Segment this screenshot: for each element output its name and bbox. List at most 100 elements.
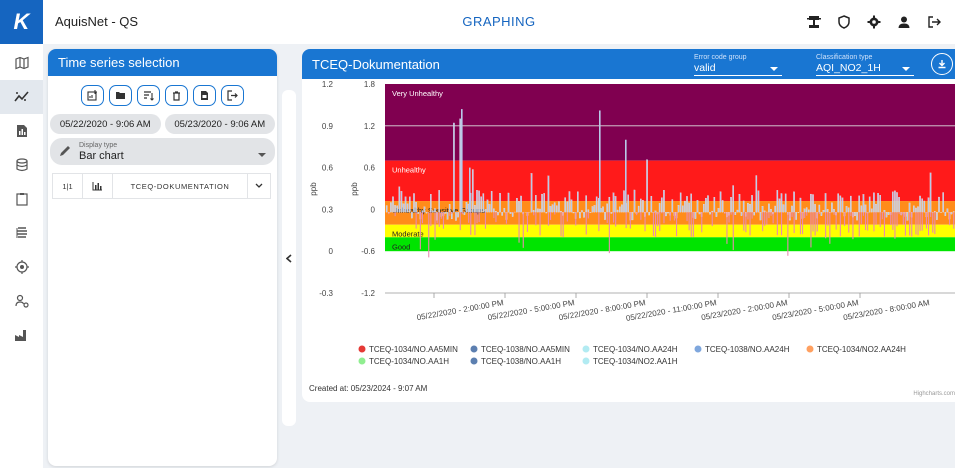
- bar: [608, 212, 610, 254]
- display-type-select[interactable]: Display type Bar chart: [50, 138, 275, 165]
- bar: [547, 212, 549, 226]
- bar-chart-icon[interactable]: [83, 174, 113, 198]
- shield-icon[interactable]: [831, 10, 857, 34]
- add-chart-icon[interactable]: [81, 85, 104, 106]
- bar: [835, 212, 837, 230]
- bar: [763, 210, 766, 213]
- bar: [636, 212, 638, 216]
- factory-icon[interactable]: [0, 318, 43, 352]
- export-icon[interactable]: [221, 85, 244, 106]
- bar: [930, 212, 932, 217]
- bar: [495, 211, 497, 213]
- bar: [637, 205, 640, 213]
- chart-credits[interactable]: Highcharts.com: [913, 391, 955, 397]
- bar: [533, 212, 535, 216]
- database-icon[interactable]: [0, 148, 43, 182]
- bar: [572, 212, 575, 214]
- bar: [749, 212, 751, 236]
- bar: [474, 212, 476, 236]
- target-icon[interactable]: [0, 250, 43, 284]
- bar: [610, 212, 613, 214]
- bar: [461, 109, 463, 213]
- delete-icon[interactable]: [165, 85, 188, 106]
- bar: [812, 194, 814, 213]
- display-type-value: Bar chart: [79, 150, 124, 162]
- download-button[interactable]: [931, 53, 953, 75]
- bar: [711, 210, 713, 213]
- bar: [619, 206, 621, 213]
- bar: [799, 197, 802, 213]
- sort-icon[interactable]: [137, 85, 160, 106]
- bar: [430, 194, 432, 213]
- bar: [587, 212, 589, 219]
- collapse-panel-button[interactable]: [282, 90, 296, 426]
- bar: [927, 197, 930, 213]
- bar: [848, 212, 850, 233]
- gear-icon[interactable]: [861, 10, 887, 34]
- bar: [583, 212, 585, 218]
- logout-icon[interactable]: [921, 10, 947, 34]
- bar: [768, 203, 770, 213]
- bar: [808, 209, 810, 213]
- clipboard-icon[interactable]: [0, 182, 43, 216]
- plot-band: [385, 84, 955, 161]
- y-tick-label: -0.3: [319, 289, 333, 298]
- marker-icon[interactable]: [801, 10, 827, 34]
- bar: [591, 206, 594, 213]
- bar: [472, 169, 474, 213]
- start-date-field[interactable]: 05/22/2020 - 9:06 AM: [50, 114, 161, 134]
- plot-band-label: Good: [392, 242, 410, 251]
- bar: [873, 212, 875, 232]
- bar: [549, 206, 552, 213]
- bar: [640, 212, 642, 220]
- bar: [402, 203, 405, 213]
- user-icon[interactable]: [891, 10, 917, 34]
- chart-header: TCEQ-Dokumentation Error code group vali…: [302, 49, 955, 79]
- pdf-icon[interactable]: [193, 85, 216, 106]
- bar: [858, 212, 860, 237]
- bar: [585, 195, 587, 213]
- classification-label: Classification type: [816, 54, 873, 61]
- classification-select[interactable]: Classification type AQI_NO2_1H: [816, 52, 914, 76]
- bar: [501, 212, 503, 216]
- map-icon[interactable]: [0, 46, 43, 80]
- bar: [805, 207, 808, 213]
- folder-icon[interactable]: [109, 85, 132, 106]
- bar: [585, 212, 587, 235]
- bar: [646, 159, 648, 213]
- chevron-down-icon: [902, 61, 910, 75]
- legend-marker: [694, 345, 702, 353]
- legend-item: TCEQ-1034/NO2.AA24H: [817, 345, 906, 354]
- end-date-field[interactable]: 05/23/2020 - 9:06 AM: [164, 114, 275, 134]
- y-tick-label: -0.6: [361, 247, 375, 256]
- bar: [906, 212, 909, 221]
- series-row[interactable]: 1|1 TCEQ-DOKUMENTATION: [52, 173, 271, 199]
- report-icon[interactable]: [0, 114, 43, 148]
- bar: [468, 212, 470, 223]
- bar: [657, 212, 659, 227]
- bar: [854, 212, 856, 217]
- bar: [719, 191, 722, 213]
- bar: [852, 212, 854, 240]
- bar: [682, 205, 684, 213]
- bar: [516, 197, 518, 213]
- legend-item: TCEQ-1038/NO.AA5MIN: [481, 345, 570, 354]
- bar: [503, 208, 506, 213]
- user-settings-icon[interactable]: [0, 284, 43, 318]
- bar: [858, 195, 860, 213]
- expand-chevron-icon[interactable]: [248, 183, 270, 189]
- bar: [392, 196, 394, 213]
- graph-icon[interactable]: [0, 80, 43, 114]
- app-logo[interactable]: K: [0, 0, 43, 44]
- bar: [862, 194, 865, 213]
- bar: [415, 212, 417, 229]
- bar: [799, 212, 801, 235]
- bar: [461, 212, 463, 215]
- y-tick-label: 1.8: [364, 80, 376, 89]
- layers-icon[interactable]: [0, 216, 43, 250]
- error-code-select[interactable]: Error code group valid: [694, 52, 782, 76]
- chart-title: TCEQ-Dokumentation: [312, 57, 440, 72]
- bar: [864, 204, 867, 213]
- bar: [495, 212, 497, 223]
- bar: [887, 212, 890, 215]
